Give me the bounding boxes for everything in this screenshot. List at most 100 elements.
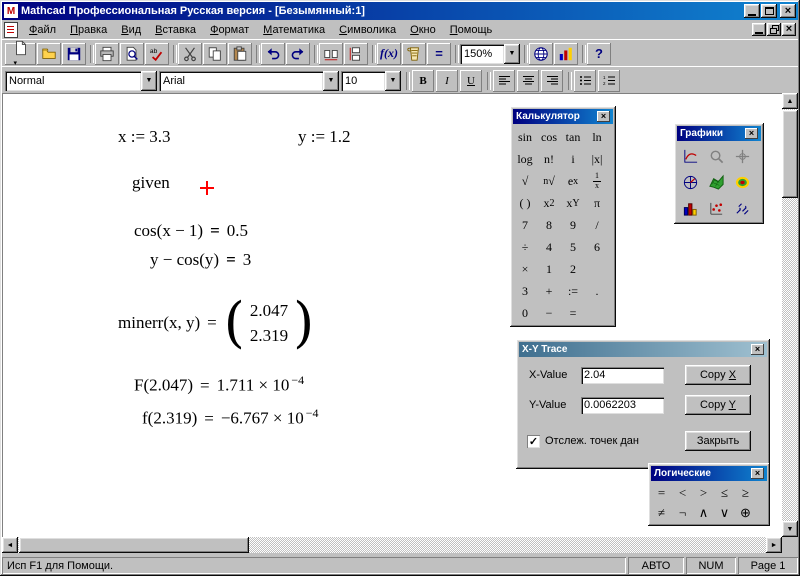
calc-button[interactable]: ex <box>561 170 585 192</box>
font-size-combo-arrow-icon[interactable]: ▼ <box>385 70 401 91</box>
calc-button[interactable]: 5 <box>561 236 585 258</box>
close-button[interactable]: × <box>780 4 796 18</box>
calc-button[interactable]: 9 <box>561 214 585 236</box>
graph-zoom-graph-button[interactable] <box>703 143 729 169</box>
calc-button[interactable]: √ <box>513 170 537 192</box>
toolbar-print-preview-button[interactable] <box>120 42 144 65</box>
math-region-assign-x[interactable]: x := 3.3 <box>118 127 171 147</box>
graph-surface-plot-button[interactable] <box>703 169 729 195</box>
calc-button[interactable]: n! <box>537 148 561 170</box>
calc-button[interactable]: ( ) <box>513 192 537 214</box>
math-region-minerr[interactable]: minerr(x, y) = ( 2.047 2.319 ) <box>118 295 314 351</box>
toolbar-insert-hyperlink-button[interactable] <box>529 42 553 65</box>
italic-button[interactable]: I <box>436 69 458 92</box>
calc-button[interactable]: + <box>537 280 561 302</box>
calc-button[interactable]: = <box>561 302 585 324</box>
toolbar-insert-unit-button[interactable] <box>402 42 426 65</box>
x-value-field[interactable]: 2.04 <box>581 366 664 384</box>
scroll-left-icon[interactable]: ◄ <box>2 537 18 553</box>
document-system-icon[interactable] <box>4 21 18 38</box>
horizontal-scroll-thumb[interactable] <box>19 537 249 553</box>
boolean-button[interactable]: ∨ <box>714 503 735 523</box>
child-minimize-button[interactable] <box>752 23 766 36</box>
toolbar-cut-button[interactable] <box>178 42 202 65</box>
font-size-combo[interactable]: 10 ▼ <box>341 70 401 91</box>
font-combo[interactable]: Arial ▼ <box>159 70 339 91</box>
graphs-close-icon[interactable]: × <box>745 128 758 139</box>
calc-button[interactable]: := <box>561 280 585 302</box>
boolean-button[interactable]: ≤ <box>714 483 735 503</box>
close-dialog-button[interactable]: Закрыть <box>685 431 751 451</box>
calc-button[interactable]: ÷ <box>513 236 537 258</box>
menu-insert[interactable]: Вставка <box>148 22 203 38</box>
align-center-button[interactable] <box>517 69 539 92</box>
child-close-button[interactable]: × <box>782 23 796 36</box>
toolbar-help-button[interactable]: ? <box>587 42 611 65</box>
calc-button[interactable]: tan <box>561 126 585 148</box>
xy-trace-titlebar[interactable]: X-Y Trace × <box>519 342 767 357</box>
menu-math[interactable]: Математика <box>256 22 332 38</box>
calculator-close-icon[interactable]: × <box>597 111 610 122</box>
bold-button[interactable]: B <box>412 69 434 92</box>
menu-window[interactable]: Окно <box>403 22 443 38</box>
calc-button[interactable]: 3 <box>513 280 537 302</box>
toolbar-insert-component-button[interactable] <box>554 42 578 65</box>
align-left-button[interactable] <box>493 69 515 92</box>
graph-3d-scatter-plot-button[interactable] <box>703 195 729 221</box>
zoom-combo[interactable]: 150% ▼ <box>460 43 520 64</box>
toolbar-copy-button[interactable] <box>203 42 227 65</box>
boolean-button[interactable]: = <box>651 483 672 503</box>
boolean-button[interactable]: > <box>693 483 714 503</box>
calc-button[interactable]: sin <box>513 126 537 148</box>
calc-button[interactable]: × <box>513 258 537 280</box>
math-region-given[interactable]: given <box>132 173 170 193</box>
math-region-assign-y[interactable]: y := 1.2 <box>298 127 351 147</box>
menu-edit[interactable]: Правка <box>63 22 114 38</box>
calc-button[interactable]: 1 <box>537 258 561 280</box>
calc-button[interactable]: 7 <box>513 214 537 236</box>
boolean-button[interactable]: ∧ <box>693 503 714 523</box>
math-region-constraint1[interactable]: cos(x − 1) = 0.5 <box>134 221 248 241</box>
menu-symbolics[interactable]: Символика <box>332 22 403 38</box>
calculator-palette-titlebar[interactable]: Калькулятор × <box>513 109 613 124</box>
menu-format[interactable]: Формат <box>203 22 256 38</box>
horizontal-scrollbar[interactable]: ◄ ► <box>2 537 782 553</box>
minimize-button[interactable] <box>744 4 760 18</box>
math-region-check2[interactable]: f(2.319) = −6.767 × 10 −4 <box>142 406 319 429</box>
toolbar-save-button[interactable] <box>62 42 86 65</box>
scroll-up-icon[interactable]: ▲ <box>782 93 798 109</box>
toolbar-print-button[interactable] <box>95 42 119 65</box>
red-crosshair-cursor[interactable] <box>200 181 214 195</box>
underline-button[interactable]: U <box>460 69 482 92</box>
boolean-button[interactable]: ≥ <box>735 483 756 503</box>
toolbar-calculate-button[interactable]: = <box>427 42 451 65</box>
calc-button[interactable]: cos <box>537 126 561 148</box>
calc-button[interactable]: − <box>537 302 561 324</box>
style-combo-arrow-icon[interactable]: ▼ <box>141 70 157 91</box>
toolbar-paste-button[interactable] <box>228 42 252 65</box>
boolean-close-icon[interactable]: × <box>751 468 764 479</box>
calc-button[interactable]: xY <box>561 192 585 214</box>
calc-button[interactable]: log <box>513 148 537 170</box>
graph-vector-field-plot-button[interactable] <box>729 195 755 221</box>
calc-button[interactable]: . <box>585 280 609 302</box>
boolean-palette-titlebar[interactable]: Логические × <box>651 466 767 481</box>
scroll-right-icon[interactable]: ► <box>766 537 782 553</box>
graph-contour-plot-button[interactable] <box>729 169 755 195</box>
vertical-scrollbar[interactable]: ▲ ▼ <box>782 93 798 537</box>
calc-button[interactable]: 4 <box>537 236 561 258</box>
boolean-button[interactable]: ⊕ <box>735 503 756 523</box>
calc-button[interactable]: 1x <box>585 170 609 192</box>
toolbar-open-button[interactable] <box>37 42 61 65</box>
menu-view[interactable]: Вид <box>114 22 148 38</box>
math-region-constraint2[interactable]: y − cos(y) = 3 <box>150 250 251 270</box>
calc-button[interactable]: 8 <box>537 214 561 236</box>
calc-button[interactable]: π <box>585 192 609 214</box>
toolbar-new-button[interactable]: ▾ <box>5 40 36 67</box>
menu-file[interactable]: Файл <box>22 22 63 38</box>
zoom-combo-arrow-icon[interactable]: ▼ <box>504 43 520 64</box>
calc-button[interactable]: i <box>561 148 585 170</box>
xy-trace-close-icon[interactable]: × <box>751 344 764 355</box>
boolean-button[interactable]: ¬ <box>672 503 693 523</box>
toolbar-align-down-button[interactable] <box>344 42 368 65</box>
